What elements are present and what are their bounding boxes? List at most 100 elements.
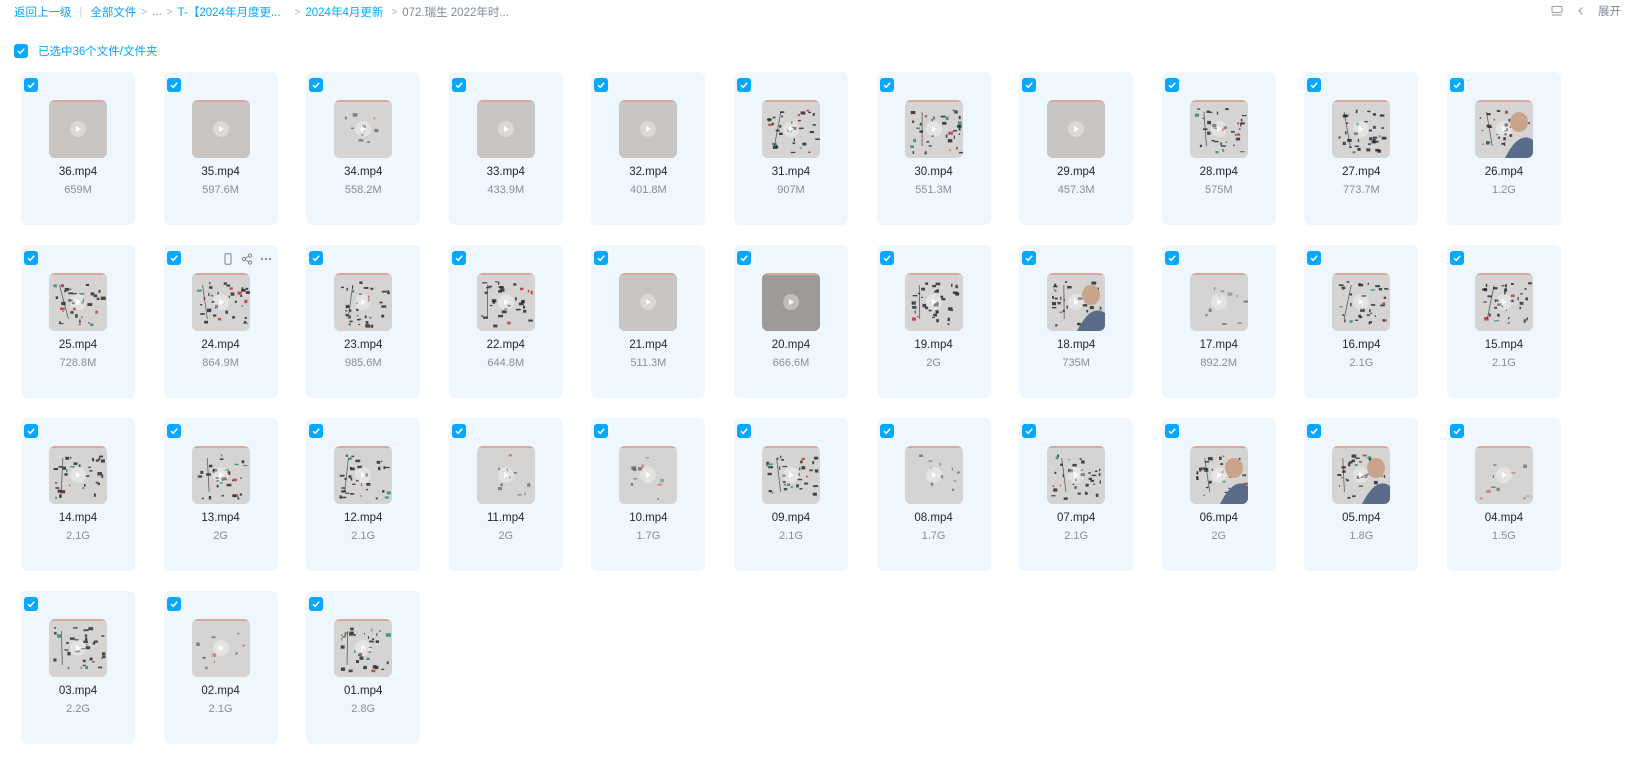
file-card[interactable]: 16.mp4 2.1G (1304, 245, 1419, 398)
file-checkbox[interactable] (309, 78, 324, 92)
video-thumbnail[interactable] (1332, 100, 1391, 158)
video-thumbnail[interactable] (1332, 446, 1391, 504)
video-thumbnail[interactable] (1047, 446, 1106, 504)
file-checkbox[interactable] (166, 424, 181, 438)
file-checkbox[interactable] (594, 251, 609, 265)
file-card[interactable]: 21.mp4 511.3M (591, 245, 706, 398)
file-checkbox[interactable] (1022, 424, 1037, 438)
file-card[interactable]: 03.mp4 2.2G (21, 591, 135, 744)
file-checkbox[interactable] (879, 424, 894, 438)
file-card[interactable]: 10.mp4 1.7G (591, 418, 706, 571)
file-card[interactable]: 18.mp4 735M (1019, 245, 1134, 398)
file-card[interactable]: 20.mp4 666.6M (733, 245, 848, 398)
back-link[interactable]: 返回上一级 (14, 4, 72, 20)
file-card[interactable]: 06.mp4 2G (1161, 418, 1276, 571)
expand-button[interactable]: 展开 (1598, 3, 1621, 19)
chevron-left-icon[interactable] (1574, 4, 1588, 18)
file-checkbox[interactable] (24, 251, 38, 265)
file-card[interactable]: 29.mp4 457.3M (1019, 72, 1134, 225)
video-thumbnail[interactable] (904, 446, 963, 504)
file-card[interactable]: 01.mp4 2.8G (306, 591, 421, 744)
video-thumbnail[interactable] (49, 100, 107, 158)
video-thumbnail[interactable] (191, 100, 250, 158)
file-card[interactable]: 08.mp4 1.7G (876, 418, 991, 571)
file-checkbox[interactable] (1022, 251, 1037, 265)
file-card[interactable]: 04.mp4 1.5G (1446, 418, 1561, 571)
file-card[interactable]: 23.mp4 985.6M (306, 245, 421, 398)
file-card[interactable]: 14.mp4 2.1G (21, 418, 135, 571)
more-icon[interactable] (260, 253, 272, 265)
video-thumbnail[interactable] (191, 273, 250, 331)
file-card[interactable]: 15.mp4 2.1G (1446, 245, 1561, 398)
breadcrumb-ellipsis[interactable]: ... (152, 6, 162, 18)
file-checkbox[interactable] (1307, 251, 1322, 265)
file-checkbox[interactable] (24, 597, 38, 611)
file-checkbox[interactable] (451, 424, 466, 438)
file-checkbox[interactable] (879, 78, 894, 92)
file-card[interactable]: 13.mp4 2G (163, 418, 278, 571)
video-thumbnail[interactable] (904, 273, 963, 331)
file-checkbox[interactable] (1164, 78, 1179, 92)
file-checkbox[interactable] (166, 597, 181, 611)
file-card[interactable]: 25.mp4 728.8M (21, 245, 135, 398)
file-checkbox[interactable] (879, 251, 894, 265)
video-thumbnail[interactable] (1332, 273, 1391, 331)
file-card[interactable]: 26.mp4 1.2G (1446, 72, 1561, 225)
file-checkbox[interactable] (1164, 424, 1179, 438)
file-checkbox[interactable] (1164, 251, 1179, 265)
file-checkbox[interactable] (736, 251, 751, 265)
video-thumbnail[interactable] (49, 446, 107, 504)
file-card[interactable]: 02.mp4 2.1G (163, 591, 278, 744)
file-card[interactable]: 12.mp4 2.1G (306, 418, 421, 571)
file-checkbox[interactable] (1307, 78, 1322, 92)
file-checkbox[interactable] (736, 78, 751, 92)
video-thumbnail[interactable] (1047, 273, 1106, 331)
file-checkbox[interactable] (24, 424, 38, 438)
file-card[interactable]: 31.mp4 907M (733, 72, 848, 225)
file-checkbox[interactable] (736, 424, 751, 438)
breadcrumb-all-files[interactable]: 全部文件 (90, 4, 136, 20)
video-thumbnail[interactable] (1047, 100, 1106, 158)
video-thumbnail[interactable] (334, 446, 393, 504)
file-card[interactable]: 24.mp4 864.9M (163, 245, 278, 398)
file-checkbox[interactable] (451, 251, 466, 265)
file-checkbox[interactable] (1307, 424, 1322, 438)
video-thumbnail[interactable] (334, 273, 393, 331)
phone-icon[interactable] (222, 253, 234, 265)
video-thumbnail[interactable] (1474, 446, 1533, 504)
video-thumbnail[interactable] (619, 100, 678, 158)
file-checkbox[interactable] (309, 251, 324, 265)
file-checkbox[interactable] (1449, 424, 1464, 438)
video-thumbnail[interactable] (476, 273, 535, 331)
file-checkbox[interactable] (594, 424, 609, 438)
video-thumbnail[interactable] (1189, 446, 1248, 504)
file-card[interactable]: 32.mp4 401.8M (591, 72, 706, 225)
file-checkbox[interactable] (451, 78, 466, 92)
file-card[interactable]: 22.mp4 644.8M (448, 245, 563, 398)
video-thumbnail[interactable] (904, 100, 963, 158)
list-view-icon[interactable] (1550, 4, 1564, 18)
file-card[interactable]: 07.mp4 2.1G (1019, 418, 1134, 571)
file-checkbox[interactable] (1449, 251, 1464, 265)
video-thumbnail[interactable] (49, 619, 107, 677)
file-checkbox[interactable] (309, 424, 324, 438)
video-thumbnail[interactable] (334, 619, 393, 677)
breadcrumb-folder-april[interactable]: 2024年4月更新 (305, 4, 383, 20)
breadcrumb-folder-monthly[interactable]: T-【2024年月度更... (178, 4, 281, 20)
video-thumbnail[interactable] (191, 446, 250, 504)
video-thumbnail[interactable] (761, 273, 820, 331)
file-card[interactable]: 05.mp4 1.8G (1304, 418, 1419, 571)
file-card[interactable]: 19.mp4 2G (876, 245, 991, 398)
file-card[interactable]: 33.mp4 433.9M (448, 72, 563, 225)
file-card[interactable]: 28.mp4 575M (1161, 72, 1276, 225)
file-card[interactable]: 36.mp4 659M (21, 72, 135, 225)
video-thumbnail[interactable] (476, 100, 535, 158)
file-card[interactable]: 17.mp4 892.2M (1161, 245, 1276, 398)
file-card[interactable]: 34.mp4 558.2M (306, 72, 421, 225)
file-checkbox[interactable] (1022, 78, 1037, 92)
video-thumbnail[interactable] (1189, 273, 1248, 331)
video-thumbnail[interactable] (761, 446, 820, 504)
video-thumbnail[interactable] (49, 273, 107, 331)
file-checkbox[interactable] (1449, 78, 1464, 92)
video-thumbnail[interactable] (476, 446, 535, 504)
